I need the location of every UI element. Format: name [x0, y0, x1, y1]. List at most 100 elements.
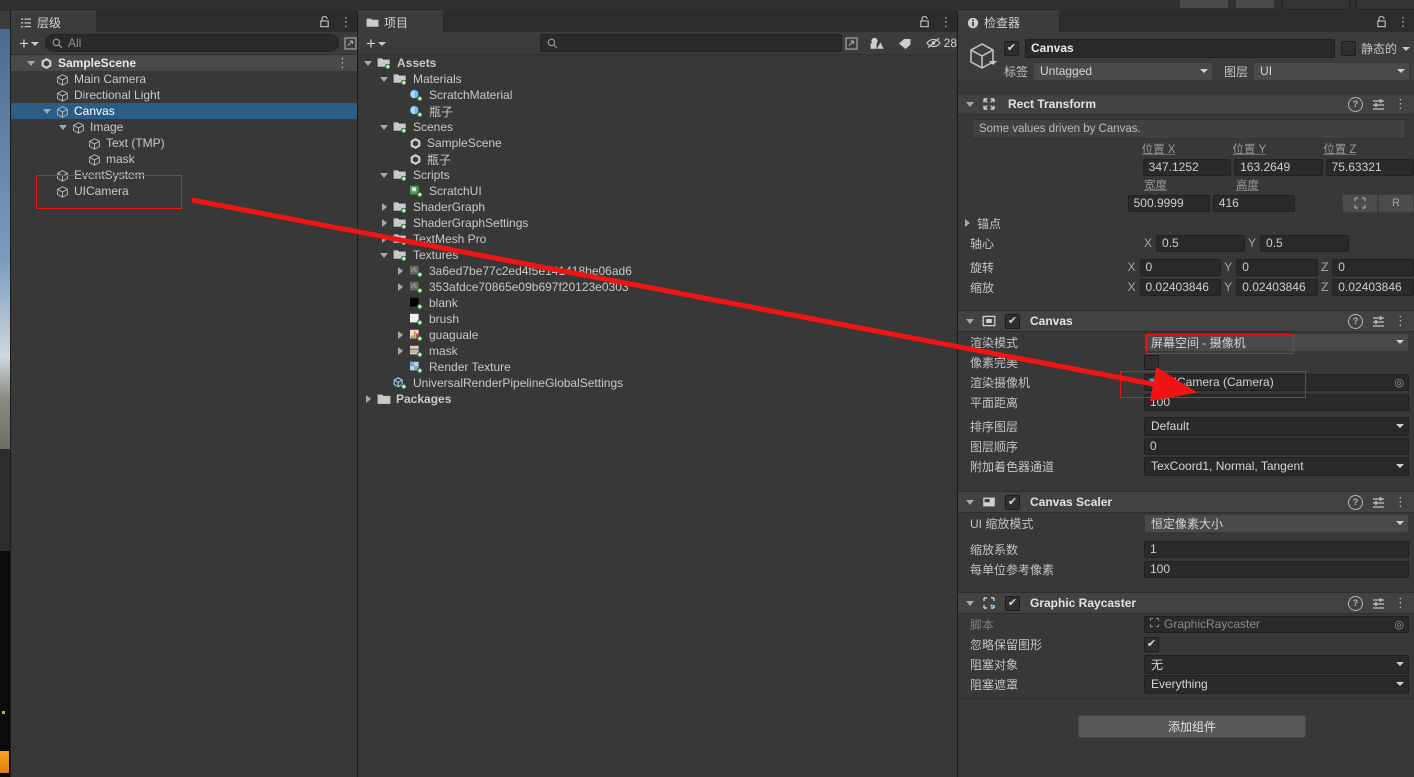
- hidden-packages-badge[interactable]: 28: [925, 36, 957, 50]
- project-item-textures[interactable]: Textures: [358, 247, 957, 263]
- inspector-menu-icon[interactable]: ⋮: [1396, 14, 1410, 29]
- hierarchy-item-text-tmp[interactable]: Text (TMP): [11, 135, 357, 151]
- project-item-textmesh-pro[interactable]: TextMesh Pro: [358, 231, 957, 247]
- hierarchy-search-input[interactable]: All: [44, 34, 340, 52]
- filter-by-label-icon[interactable]: [898, 36, 912, 51]
- project-item-3a6ed7be77c2ed4f5e141418be06ad6[interactable]: 3a6ed7be77c2ed4f5e141418be06ad6: [358, 263, 957, 279]
- blocking-objects-dropdown[interactable]: 无: [1144, 654, 1409, 674]
- project-menu-icon[interactable]: ⋮: [939, 14, 953, 29]
- scene-view-sliver[interactable]: [0, 11, 10, 777]
- game-view-sliver[interactable]: [0, 551, 10, 777]
- project-item-shadergraphsettings[interactable]: ShaderGraphSettings: [358, 215, 957, 231]
- pivot-x-field[interactable]: 0.5: [1156, 234, 1246, 252]
- scale-factor-field[interactable]: 1: [1144, 540, 1409, 558]
- layer-dropdown[interactable]: UI: [1253, 61, 1410, 81]
- hierarchy-item-eventsystem[interactable]: EventSystem: [11, 167, 357, 183]
- hierarchy-item-main-camera[interactable]: Main Camera: [11, 71, 357, 87]
- chevron-right-icon[interactable]: [378, 219, 390, 227]
- project-search-expand-icon[interactable]: [845, 36, 858, 51]
- project-item-samplescene[interactable]: SampleScene: [358, 135, 957, 151]
- pos-z-field[interactable]: 75.63321: [1325, 158, 1414, 176]
- object-name-field[interactable]: Canvas: [1025, 38, 1335, 58]
- blocking-mask-dropdown[interactable]: Everything: [1144, 674, 1409, 694]
- hierarchy-item-canvas[interactable]: Canvas: [11, 103, 357, 119]
- project-item-guaguale[interactable]: guaguale: [358, 327, 957, 343]
- rect-transform-header[interactable]: Rect Transform ? ⋮: [958, 93, 1414, 115]
- project-item-packages[interactable]: Packages: [358, 391, 957, 407]
- canvas-header[interactable]: Canvas ? ⋮: [958, 310, 1414, 332]
- project-item-[interactable]: 瓶子: [358, 103, 957, 119]
- project-add-button[interactable]: +: [358, 34, 392, 52]
- pivot-y-field[interactable]: 0.5: [1260, 234, 1350, 252]
- lock-icon[interactable]: [917, 14, 931, 29]
- project-item-universalrenderpipelineglobalsettings[interactable]: UniversalRenderPipelineGlobalSettings: [358, 375, 957, 391]
- help-icon[interactable]: ?: [1348, 494, 1363, 510]
- order-in-layer-field[interactable]: 0: [1144, 437, 1409, 455]
- project-search-input[interactable]: [539, 34, 843, 52]
- pos-y-field[interactable]: 163.2649: [1234, 158, 1323, 176]
- rect-transform-menu-icon[interactable]: ⋮: [1394, 97, 1407, 110]
- chevron-down-icon[interactable]: [378, 124, 390, 130]
- chevron-right-icon[interactable]: [394, 347, 406, 355]
- render-camera-field[interactable]: UICamera (Camera) ◎: [1144, 373, 1409, 391]
- project-item-scratchmaterial[interactable]: ScratchMaterial: [358, 87, 957, 103]
- static-dropdown-icon[interactable]: [1402, 47, 1410, 51]
- tab-hierarchy[interactable]: 层级: [11, 11, 96, 33]
- hierarchy-item-image[interactable]: Image: [11, 119, 357, 135]
- preset-icon[interactable]: [1372, 496, 1385, 509]
- project-item-mask[interactable]: mask: [358, 343, 957, 359]
- chevron-down-icon[interactable]: [378, 172, 390, 178]
- raw-edit-mode-button[interactable]: R: [1378, 193, 1414, 213]
- object-picker-icon[interactable]: ◎: [1394, 376, 1404, 389]
- canvas-menu-icon[interactable]: ⋮: [1394, 314, 1407, 327]
- add-component-button[interactable]: 添加组件: [1078, 715, 1306, 738]
- chevron-down-icon[interactable]: [378, 76, 390, 82]
- project-item-materials[interactable]: Materials: [358, 71, 957, 87]
- hierarchy-item-directional-light[interactable]: Directional Light: [11, 87, 357, 103]
- chevron-right-icon[interactable]: [378, 235, 390, 243]
- project-item-assets[interactable]: Assets: [358, 55, 957, 71]
- width-field[interactable]: 500.9999: [1127, 194, 1210, 212]
- preset-icon[interactable]: [1372, 98, 1385, 111]
- pos-x-field[interactable]: 347.1252: [1142, 158, 1232, 176]
- preset-icon[interactable]: [1372, 315, 1385, 328]
- ref-px-per-unit-field[interactable]: 100: [1144, 560, 1409, 578]
- plane-distance-field[interactable]: 100: [1144, 393, 1409, 411]
- chevron-down-icon[interactable]: [41, 108, 53, 114]
- help-icon[interactable]: ?: [1348, 313, 1363, 329]
- hierarchy-item-mask[interactable]: mask: [11, 151, 357, 167]
- hierarchy-search-expand-icon[interactable]: [343, 36, 357, 51]
- tab-inspector[interactable]: 检查器: [958, 11, 1059, 33]
- project-item-scenes[interactable]: Scenes: [358, 119, 957, 135]
- graphic-raycaster-enabled-checkbox[interactable]: [1005, 595, 1020, 611]
- scene-row-menu-icon[interactable]: ⋮: [336, 56, 357, 69]
- chevron-down-icon[interactable]: [57, 124, 69, 130]
- help-icon[interactable]: ?: [1348, 595, 1363, 611]
- chevron-down-icon[interactable]: [362, 60, 374, 66]
- canvas-enabled-checkbox[interactable]: [1005, 313, 1020, 329]
- lock-icon[interactable]: [1374, 14, 1388, 29]
- chevron-down-icon[interactable]: [25, 60, 37, 66]
- chevron-right-icon[interactable]: [394, 331, 406, 339]
- tag-dropdown[interactable]: Untagged: [1033, 61, 1214, 81]
- toolbar-layers-dropdown[interactable]: [1282, 0, 1350, 10]
- project-item-[interactable]: 瓶子: [358, 151, 957, 167]
- canvas-scaler-menu-icon[interactable]: ⋮: [1394, 495, 1407, 508]
- canvas-scaler-header[interactable]: Canvas Scaler ? ⋮: [958, 491, 1414, 513]
- ignore-reversed-checkbox[interactable]: [1144, 636, 1159, 652]
- hierarchy-tree[interactable]: SampleScene ⋮ Main Camera Directional Light…: [11, 55, 357, 777]
- chevron-right-icon[interactable]: [362, 395, 374, 403]
- additional-shader-dropdown[interactable]: TexCoord1, Normal, Tangent: [1144, 456, 1409, 476]
- rot-z-field[interactable]: 0: [1332, 258, 1414, 276]
- rot-x-field[interactable]: 0: [1139, 258, 1222, 276]
- chevron-right-icon[interactable]: [394, 283, 406, 291]
- project-item-353afdce70865e09b697f20123e0303[interactable]: 353afdce70865e09b697f20123e0303: [358, 279, 957, 295]
- object-enabled-checkbox[interactable]: [1004, 40, 1019, 56]
- project-item-shadergraph[interactable]: ShaderGraph: [358, 199, 957, 215]
- tab-project[interactable]: 项目: [358, 11, 443, 33]
- chevron-right-icon[interactable]: [394, 267, 406, 275]
- toolbar-cloud-button[interactable]: [1180, 0, 1228, 8]
- canvas-scaler-enabled-checkbox[interactable]: [1005, 494, 1020, 510]
- scene-view-tab[interactable]: [0, 11, 10, 29]
- render-mode-dropdown[interactable]: 屏幕空间 - 摄像机: [1144, 332, 1409, 352]
